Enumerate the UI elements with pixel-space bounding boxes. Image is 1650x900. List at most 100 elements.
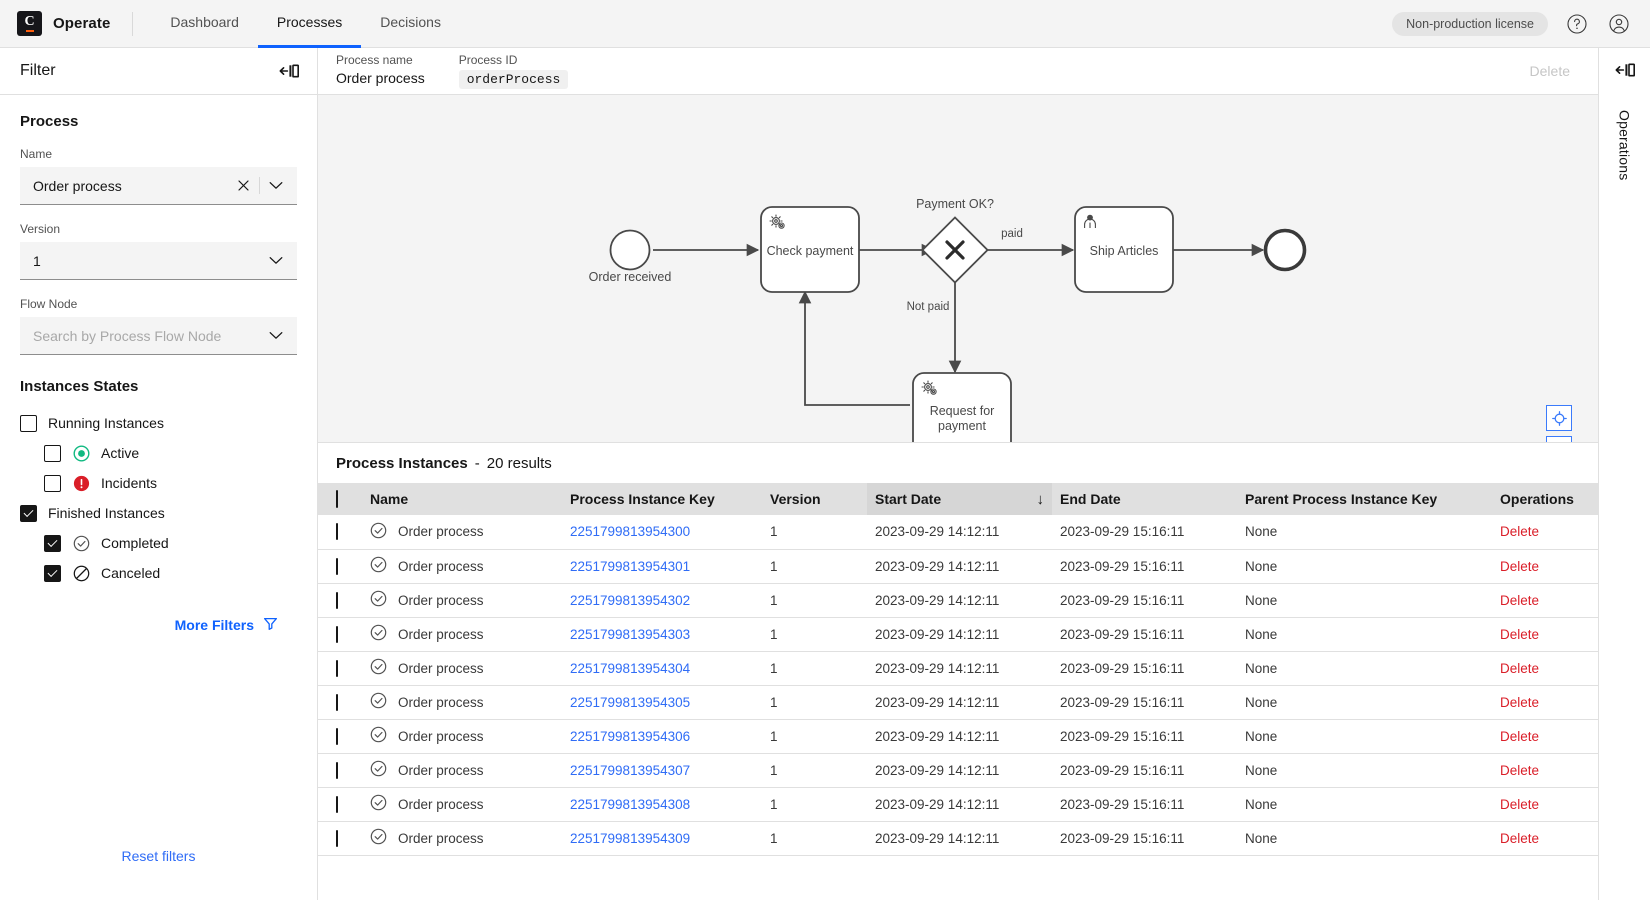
process-id-value[interactable]: orderProcess [459, 70, 569, 89]
process-name-select[interactable]: Order process [20, 167, 297, 205]
nav-item-processes[interactable]: Processes [258, 0, 361, 48]
delete-instance-link[interactable]: Delete [1500, 627, 1539, 642]
cell-operations[interactable]: Delete [1492, 515, 1598, 549]
process-instance-key-link[interactable]: 2251799813954304 [570, 661, 690, 676]
cell-process-instance-key[interactable]: 2251799813954305 [562, 685, 762, 719]
flownode-select[interactable]: Search by Process Flow Node [20, 317, 297, 355]
column-header-end-date[interactable]: End Date [1052, 483, 1237, 515]
zoom-in-button[interactable]: + [1546, 436, 1572, 443]
cell-operations[interactable]: Delete [1492, 787, 1598, 821]
delete-instance-link[interactable]: Delete [1500, 763, 1539, 778]
delete-instance-link[interactable]: Delete [1500, 559, 1539, 574]
filter-active[interactable]: Active [20, 438, 297, 468]
process-instance-key-link[interactable]: 2251799813954301 [570, 559, 690, 574]
delete-instance-link[interactable]: Delete [1500, 593, 1539, 608]
process-instance-key-link[interactable]: 2251799813954305 [570, 695, 690, 710]
row-checkbox[interactable] [336, 523, 338, 540]
cell-process-instance-key[interactable]: 2251799813954309 [562, 821, 762, 855]
row-checkbox[interactable] [336, 660, 338, 677]
version-select[interactable]: 1 [20, 242, 297, 280]
delete-instance-link[interactable]: Delete [1500, 661, 1539, 676]
table-row[interactable]: Order process225179981395430012023-09-29… [318, 515, 1598, 549]
checkbox-completed[interactable] [44, 535, 61, 552]
filter-incidents[interactable]: Incidents [20, 468, 297, 498]
row-select-cell[interactable] [318, 719, 362, 753]
select-all-header[interactable] [318, 483, 362, 515]
checkbox-finished-instances[interactable] [20, 505, 37, 522]
cell-process-instance-key[interactable]: 2251799813954307 [562, 753, 762, 787]
delete-instance-link[interactable]: Delete [1500, 831, 1539, 846]
cell-operations[interactable]: Delete [1492, 549, 1598, 583]
column-header-parent-process-instance-key[interactable]: Parent Process Instance Key [1237, 483, 1492, 515]
row-select-cell[interactable] [318, 787, 362, 821]
cell-operations[interactable]: Delete [1492, 753, 1598, 787]
row-select-cell[interactable] [318, 549, 362, 583]
table-row[interactable]: Order process225179981395430212023-09-29… [318, 583, 1598, 617]
row-checkbox[interactable] [336, 762, 338, 779]
cell-process-instance-key[interactable]: 2251799813954302 [562, 583, 762, 617]
column-header-start-date[interactable]: Start Date ↓ [867, 483, 1052, 515]
table-row[interactable]: Order process225179981395430912023-09-29… [318, 821, 1598, 855]
row-checkbox[interactable] [336, 830, 338, 847]
row-checkbox[interactable] [336, 728, 338, 745]
cell-operations[interactable]: Delete [1492, 651, 1598, 685]
reset-filters-button[interactable]: Reset filters [0, 848, 317, 864]
checkbox-incidents[interactable] [44, 475, 61, 492]
help-circle-icon[interactable] [1564, 11, 1590, 37]
process-instance-key-link[interactable]: 2251799813954303 [570, 627, 690, 642]
operations-rail-label[interactable]: Operations [1617, 110, 1633, 180]
filter-running-instances[interactable]: Running Instances [20, 408, 297, 438]
row-select-cell[interactable] [318, 685, 362, 719]
table-row[interactable]: Order process225179981395430412023-09-29… [318, 651, 1598, 685]
filter-canceled[interactable]: Canceled [20, 558, 297, 588]
row-checkbox[interactable] [336, 626, 338, 643]
row-select-cell[interactable] [318, 651, 362, 685]
chevron-down-icon[interactable] [263, 256, 289, 265]
row-select-cell[interactable] [318, 617, 362, 651]
cell-process-instance-key[interactable]: 2251799813954304 [562, 651, 762, 685]
more-filters-button[interactable]: More Filters [20, 616, 297, 634]
cell-operations[interactable]: Delete [1492, 685, 1598, 719]
clear-icon[interactable] [228, 179, 259, 192]
checkbox-canceled[interactable] [44, 565, 61, 582]
cell-process-instance-key[interactable]: 2251799813954303 [562, 617, 762, 651]
column-header-process-instance-key[interactable]: Process Instance Key [562, 483, 762, 515]
row-select-cell[interactable] [318, 821, 362, 855]
table-row[interactable]: Order process225179981395430612023-09-29… [318, 719, 1598, 753]
table-row[interactable]: Order process225179981395430312023-09-29… [318, 617, 1598, 651]
cell-process-instance-key[interactable]: 2251799813954300 [562, 515, 762, 549]
delete-instance-link[interactable]: Delete [1500, 524, 1539, 539]
cell-process-instance-key[interactable]: 2251799813954308 [562, 787, 762, 821]
user-avatar-icon[interactable] [1606, 11, 1632, 37]
cell-operations[interactable]: Delete [1492, 719, 1598, 753]
row-checkbox[interactable] [336, 558, 338, 575]
select-all-checkbox[interactable] [336, 490, 338, 508]
delete-process-button[interactable]: Delete [1530, 63, 1578, 79]
chevron-down-icon[interactable] [263, 181, 289, 190]
row-select-cell[interactable] [318, 515, 362, 549]
cell-process-instance-key[interactable]: 2251799813954306 [562, 719, 762, 753]
cell-operations[interactable]: Delete [1492, 583, 1598, 617]
row-checkbox[interactable] [336, 592, 338, 609]
reset-zoom-icon[interactable] [1546, 405, 1572, 431]
process-instance-key-link[interactable]: 2251799813954308 [570, 797, 690, 812]
instances-table-wrapper[interactable]: Name Process Instance Key Version Start … [318, 483, 1598, 900]
column-header-version[interactable]: Version [762, 483, 867, 515]
delete-instance-link[interactable]: Delete [1500, 729, 1539, 744]
table-row[interactable]: Order process225179981395430712023-09-29… [318, 753, 1598, 787]
nav-item-decisions[interactable]: Decisions [361, 0, 460, 48]
row-checkbox[interactable] [336, 796, 338, 813]
panel-collapse-icon[interactable] [1614, 61, 1635, 84]
column-header-operations[interactable]: Operations [1492, 483, 1598, 515]
cell-process-instance-key[interactable]: 2251799813954301 [562, 549, 762, 583]
chevron-down-icon[interactable] [263, 331, 289, 340]
column-header-name[interactable]: Name [362, 483, 562, 515]
table-row[interactable]: Order process225179981395430512023-09-29… [318, 685, 1598, 719]
delete-instance-link[interactable]: Delete [1500, 695, 1539, 710]
cell-operations[interactable]: Delete [1492, 821, 1598, 855]
row-select-cell[interactable] [318, 753, 362, 787]
process-instance-key-link[interactable]: 2251799813954302 [570, 593, 690, 608]
table-row[interactable]: Order process225179981395430812023-09-29… [318, 787, 1598, 821]
license-badge[interactable]: Non-production license [1392, 12, 1548, 36]
delete-instance-link[interactable]: Delete [1500, 797, 1539, 812]
